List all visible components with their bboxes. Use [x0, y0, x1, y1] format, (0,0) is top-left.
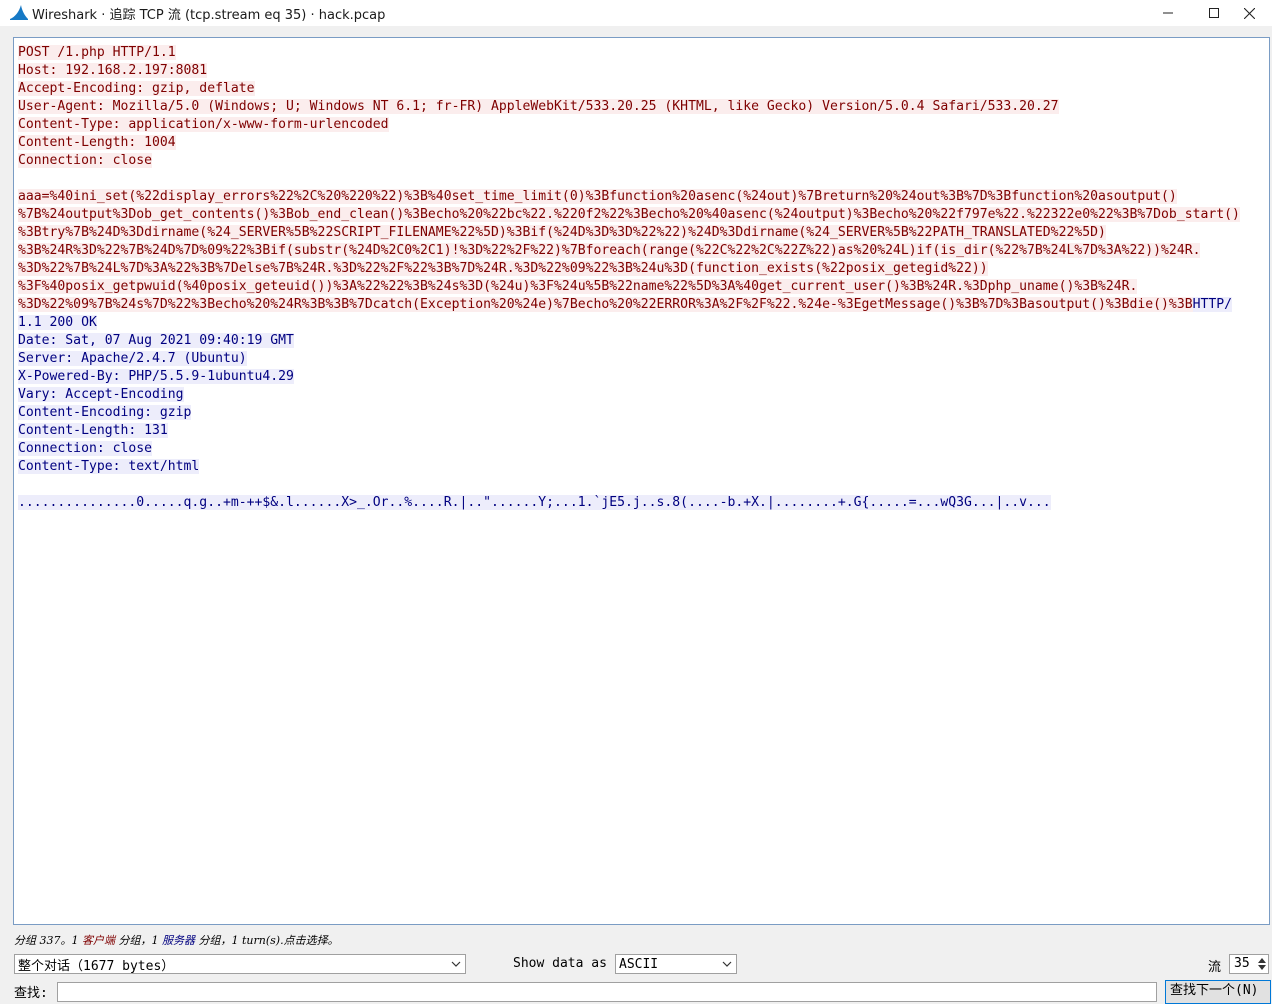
status-mid: 分组，1	[115, 934, 162, 947]
server-binary-line: ...............0.....q.g..+m-++$&.l.....…	[18, 495, 1051, 510]
conversation-select-value: 整个对话（1677 bytes）	[18, 958, 175, 974]
stream-status: 分组 337。1 客户端 分组，1 服务器 分组，1 turn(s).点击选择。	[14, 932, 339, 948]
client-line: POST /1.php HTTP/1.1	[18, 45, 176, 60]
client-body-line: %7B%24output%3Dob_get_contents()%3Bob_en…	[18, 207, 1240, 222]
minimize-icon	[1163, 12, 1173, 14]
server-line: HTTP/	[1192, 297, 1233, 312]
stream-number-stepper[interactable]: 35	[1229, 954, 1269, 974]
chevron-down-icon[interactable]	[1258, 965, 1266, 970]
client-line: Host: 192.168.2.197:8081	[18, 63, 208, 78]
show-data-select[interactable]: ASCII	[615, 954, 737, 974]
status-prefix: 分组 337。1	[14, 934, 82, 947]
server-line: Content-Type: text/html	[18, 459, 200, 474]
find-label: 查找:	[14, 986, 48, 1001]
stream-number-value: 35	[1234, 956, 1250, 971]
chevron-down-icon	[451, 961, 461, 967]
status-suffix: 分组，1 turn(s).点击选择。	[195, 934, 339, 947]
minimize-button[interactable]	[1145, 0, 1191, 26]
stream-label: 流	[1208, 960, 1222, 975]
server-link[interactable]: 服务器	[162, 934, 195, 947]
server-line: Vary: Accept-Encoding	[18, 387, 184, 402]
stream-content-panel[interactable]: POST /1.php HTTP/1.1 Host: 192.168.2.197…	[13, 37, 1270, 925]
window-title: Wireshark · 追踪 TCP 流 (tcp.stream eq 35) …	[32, 8, 386, 23]
server-line: X-Powered-By: PHP/5.5.9-1ubuntu4.29	[18, 369, 294, 384]
conversation-select[interactable]: 整个对话（1677 bytes）	[14, 954, 466, 974]
stream-text[interactable]: POST /1.php HTTP/1.1 Host: 192.168.2.197…	[18, 44, 1240, 512]
server-line: Content-Length: 131	[18, 423, 168, 438]
client-body-line: %3D%22%7B%24L%7D%3A%22%3B%7Delse%7B%24R.…	[18, 261, 988, 276]
title-bar: Wireshark · 追踪 TCP 流 (tcp.stream eq 35) …	[0, 0, 1272, 26]
show-data-select-value: ASCII	[619, 956, 659, 972]
client-body-line: aaa=%40ini_set(%22display_errors%22%2C%2…	[18, 189, 1177, 204]
chevron-down-icon	[722, 961, 732, 967]
client-body-line: %3D%22%09%7B%24s%7D%22%3Becho%20%24R%3B%…	[18, 297, 1193, 312]
server-line: Connection: close	[18, 441, 153, 456]
show-data-label: Show data as	[513, 956, 607, 971]
client-line: Content-Type: application/x-www-form-url…	[18, 117, 389, 132]
client-body-line: %3F%40posix_getpwuid(%40posix_geteuid())…	[18, 279, 1138, 294]
find-input[interactable]	[57, 982, 1157, 1002]
find-next-button[interactable]: 查找下一个(N)	[1165, 980, 1271, 1004]
client-line: Content-Length: 1004	[18, 135, 176, 150]
client-link[interactable]: 客户端	[82, 934, 115, 947]
maximize-icon	[1209, 8, 1219, 18]
client-line: Accept-Encoding: gzip, deflate	[18, 81, 255, 96]
close-button[interactable]	[1226, 0, 1272, 26]
chevron-up-icon[interactable]	[1258, 958, 1266, 963]
server-line: Content-Encoding: gzip	[18, 405, 192, 420]
wireshark-fin-icon	[9, 3, 29, 21]
server-line: Date: Sat, 07 Aug 2021 09:40:19 GMT	[18, 333, 294, 348]
client-body-line: %3Btry%7B%24D%3Ddirname(%24_SERVER%5B%22…	[18, 225, 1106, 240]
close-icon	[1243, 7, 1255, 19]
client-line: Connection: close	[18, 153, 153, 168]
client-body-line: %3B%24R%3D%22%7B%24D%7D%09%22%3Bif(subst…	[18, 243, 1201, 258]
server-line: Server: Apache/2.4.7 (Ubuntu)	[18, 351, 247, 366]
client-line: User-Agent: Mozilla/5.0 (Windows; U; Win…	[18, 99, 1059, 114]
server-line: 1.1 200 OK	[18, 315, 97, 330]
